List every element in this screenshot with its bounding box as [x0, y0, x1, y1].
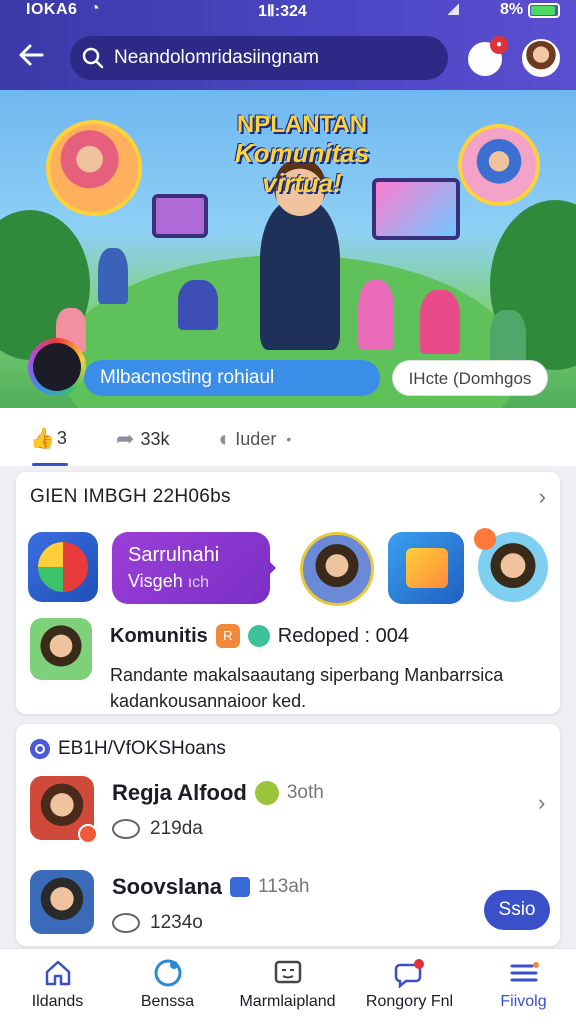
- video-tile[interactable]: [388, 532, 464, 604]
- share-button[interactable]: ➦ 33k: [116, 426, 169, 452]
- comment-button[interactable]: ◖ Iuder •: [216, 426, 291, 452]
- nav-label: Rongory Fnl: [365, 993, 454, 1010]
- member-stat: 1234o: [112, 912, 203, 934]
- banner-title: NPLANTAN Komunitas virtua!: [192, 111, 412, 199]
- member-avatar: [30, 870, 94, 934]
- nav-messages[interactable]: Marmlaipland: [230, 957, 345, 1011]
- card-header: GIEN IMBGH 22H06bs: [30, 486, 231, 507]
- search-input[interactable]: Neandolomridasiingnam: [70, 36, 448, 80]
- member-avatar: [30, 776, 98, 844]
- status-icon: [247, 625, 270, 647]
- nav-label: Benssa: [140, 993, 195, 1010]
- radio-icon: [30, 739, 50, 759]
- community-avatar[interactable]: [28, 338, 86, 396]
- member-time: 3oth: [286, 782, 324, 803]
- battery-percent: 8%: [500, 1, 524, 18]
- post-meta: Redoped : 004: [277, 624, 410, 647]
- comment-label: Iuder: [235, 428, 277, 449]
- banner-title-line1: NPLANTAN: [236, 111, 368, 138]
- comment-icon: [112, 913, 140, 933]
- nav-label: Ildands: [31, 993, 84, 1010]
- music-note-icon: [230, 877, 251, 897]
- member-time: 113ah: [258, 876, 310, 897]
- thumbs-up-icon: 👍: [30, 428, 55, 450]
- home-icon: [45, 960, 70, 986]
- nav-label: Fiivolg: [500, 993, 547, 1010]
- share-arrow-icon: ➦: [116, 426, 135, 451]
- clock: 1Ⅱ:324: [258, 3, 307, 20]
- search-icon: [82, 47, 104, 69]
- status-bar: IOKA6 ◔ 1Ⅱ:324 ◢ 8%: [0, 0, 576, 22]
- floating-action-button[interactable]: Ssio: [484, 890, 550, 930]
- promo-line2-dim: ıch: [187, 574, 210, 591]
- app-bar: IOKA6 ◔ 1Ⅱ:324 ◢ 8% Neandolomridasiingna…: [0, 0, 576, 90]
- member-name-row: Regja Alfood 3oth: [112, 780, 324, 806]
- comment-icon: [112, 819, 140, 839]
- post-title-row: Komunitis R Redoped : 004: [110, 624, 409, 648]
- bottom-navigation: Ildands Benssa Marmlaipland Rongory Fnl …: [0, 948, 576, 1024]
- card-header-text: EB1H/VfOKSHoans: [58, 738, 226, 759]
- promo-line1: Sarrulnahi: [128, 544, 220, 566]
- person-illustration: [420, 290, 460, 354]
- wifi-icon: ◔: [90, 0, 100, 17]
- app-tile[interactable]: [28, 532, 98, 602]
- carrier-text: IOKA6: [26, 1, 78, 18]
- banner-title-line2: Komunitas virtua!: [234, 138, 370, 198]
- reaction-bar: 👍 3 ➦ 33k ◖ Iuder •: [0, 408, 576, 466]
- members-card: EB1H/VfOKSHoans Regja Alfood 3oth 219da …: [16, 724, 560, 946]
- chevron-right-icon[interactable]: ›: [538, 790, 545, 816]
- message-box-icon: [274, 960, 301, 984]
- battery-icon: [528, 3, 560, 18]
- notification-badge: ●: [490, 36, 508, 54]
- member-name: Soovslana: [112, 874, 223, 899]
- member-count: 1234o: [150, 912, 203, 933]
- like-count: 3: [56, 428, 67, 448]
- chat-notification-icon: [394, 959, 424, 989]
- emoji-icon: [254, 781, 279, 805]
- member-avatar[interactable]: [474, 528, 548, 602]
- post-body: Randante makalsaautang siperbang Manbarr…: [110, 665, 504, 711]
- post-badge-icon: R: [215, 624, 240, 648]
- member-name: Regja Alfood: [112, 780, 247, 805]
- post-title: Komunitis: [110, 624, 208, 647]
- illustration-bubble: [46, 120, 142, 216]
- comment-icon: ◖: [216, 426, 230, 451]
- video-screen-illustration: [152, 194, 208, 238]
- person-illustration: [260, 158, 340, 350]
- nav-home[interactable]: Ildands: [0, 957, 115, 1011]
- person-illustration: [98, 248, 128, 304]
- chat-bubble-icon[interactable]: ●: [468, 36, 508, 76]
- nav-notifications[interactable]: Rongory Fnl: [352, 957, 467, 1011]
- back-arrow-icon[interactable]: [16, 40, 50, 74]
- nav-explore[interactable]: Benssa: [110, 957, 225, 1011]
- card-header: EB1H/VfOKSHoans: [30, 738, 226, 760]
- chevron-right-icon[interactable]: ›: [539, 484, 546, 510]
- menu-icon: [510, 962, 539, 982]
- profile-avatar[interactable]: [522, 39, 560, 77]
- member-name-row: Soovslana 113ah: [112, 874, 309, 900]
- member-count: 219da: [150, 818, 203, 839]
- featured-card: GIEN IMBGH 22H06bs › Sarrulnahi Visgeh ı…: [16, 472, 560, 714]
- member-avatar[interactable]: [300, 532, 374, 606]
- active-tab-underline: [32, 463, 68, 466]
- illustration-bubble: [458, 124, 540, 206]
- community-banner: NPLANTAN Komunitas virtua! Mlbacnosting …: [0, 90, 576, 408]
- nav-label: Marmlaipland: [239, 993, 336, 1010]
- community-name-pill[interactable]: Mlbacnosting rohiaul: [84, 360, 380, 396]
- share-count: 33k: [140, 428, 170, 449]
- member-stat: 219da: [112, 818, 203, 840]
- search-text: Neandolomridasiingnam: [114, 47, 319, 68]
- nav-menu[interactable]: Fiivolg: [466, 957, 576, 1011]
- like-button[interactable]: 👍 3: [30, 426, 67, 451]
- promo-bubble[interactable]: Sarrulnahi Visgeh ıch: [112, 532, 276, 604]
- person-illustration: [178, 280, 218, 330]
- signal-icon: ◢: [448, 0, 459, 16]
- join-button[interactable]: IHcte (Domhgos: [392, 360, 548, 396]
- post-avatar: [30, 618, 92, 680]
- promo-line2: Visgeh: [128, 571, 183, 591]
- compass-icon: [154, 959, 181, 987]
- person-illustration: [358, 280, 394, 350]
- more-dot[interactable]: •: [286, 431, 291, 447]
